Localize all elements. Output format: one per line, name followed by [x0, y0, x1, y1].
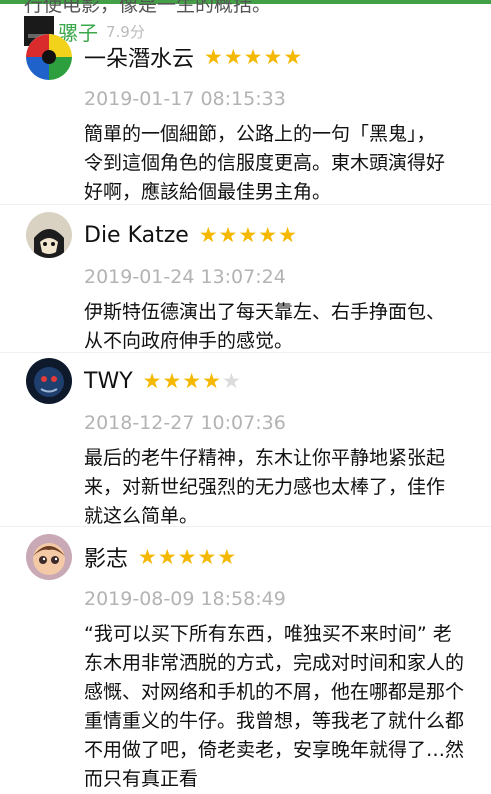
review-date: 2019-01-17 08:15:33	[84, 88, 286, 110]
star-filled-icon: ★	[157, 545, 178, 569]
star-empty-icon: ★	[221, 369, 242, 393]
star-filled-icon: ★	[223, 45, 244, 69]
star-filled-icon: ★	[238, 223, 259, 247]
star-filled-icon: ★	[202, 369, 222, 393]
review-item: 一朵潛水云 ★★★★★ 2019-01-17 08:15:33 簡單的一個細節，…	[26, 34, 466, 207]
star-filled-icon: ★	[177, 545, 198, 569]
rating-stars: ★★★★★	[143, 369, 242, 393]
review-item: 影志 ★★★★★ 2019-08-09 18:58:49 “我可以买下所有东西，…	[26, 534, 466, 794]
star-filled-icon: ★	[258, 223, 279, 247]
user-avatar[interactable]	[26, 212, 72, 258]
user-avatar[interactable]	[26, 534, 72, 580]
star-filled-icon: ★	[182, 369, 203, 393]
review-text: 最后的老牛仔精神，东木让你平静地紧张起来，对新世纪强烈的无力感也太棒了，佳作就这…	[84, 447, 446, 527]
user-name[interactable]: TWY	[84, 369, 133, 394]
star-filled-icon: ★	[278, 223, 298, 247]
star-filled-icon: ★	[197, 545, 218, 569]
review-text: 伊斯特伍德演出了每天靠左、右手挣面包、从不向政府伸手的感觉。	[84, 301, 446, 352]
rating-stars: ★★★★★	[199, 223, 298, 247]
star-filled-icon: ★	[138, 545, 158, 569]
divider	[0, 526, 491, 527]
review-item: TWY ★★★★★ 2018-12-27 10:07:36 最后的老牛仔精神，东…	[26, 358, 466, 531]
review-item: Die Katze ★★★★★ 2019-01-24 13:07:24 伊斯特伍…	[26, 212, 466, 356]
star-filled-icon: ★	[243, 45, 264, 69]
star-filled-icon: ★	[198, 223, 219, 247]
star-filled-icon: ★	[204, 45, 224, 69]
divider	[0, 204, 491, 205]
review-date: 2019-01-24 13:07:24	[84, 266, 286, 288]
rating-stars: ★★★★★	[138, 545, 237, 569]
star-filled-icon: ★	[142, 369, 163, 393]
star-filled-icon: ★	[263, 45, 284, 69]
user-avatar[interactable]	[26, 358, 72, 404]
rating-stars: ★★★★★	[204, 45, 303, 69]
user-name[interactable]: Die Katze	[84, 223, 189, 248]
divider	[0, 352, 491, 353]
star-filled-icon: ★	[218, 223, 239, 247]
star-filled-icon: ★	[283, 45, 304, 69]
user-name[interactable]: 一朵潛水云	[84, 41, 194, 73]
review-date: 2019-08-09 18:58:49	[84, 588, 286, 610]
review-date: 2018-12-27 10:07:36	[84, 412, 286, 434]
star-filled-icon: ★	[217, 545, 238, 569]
user-avatar[interactable]	[26, 34, 72, 80]
user-name[interactable]: 影志	[84, 541, 128, 573]
star-filled-icon: ★	[162, 369, 183, 393]
review-text: 簡單的一個細節，公路上的一句「黑鬼」，令到這個角色的信服度更高。東木頭演得好好啊…	[84, 123, 446, 203]
